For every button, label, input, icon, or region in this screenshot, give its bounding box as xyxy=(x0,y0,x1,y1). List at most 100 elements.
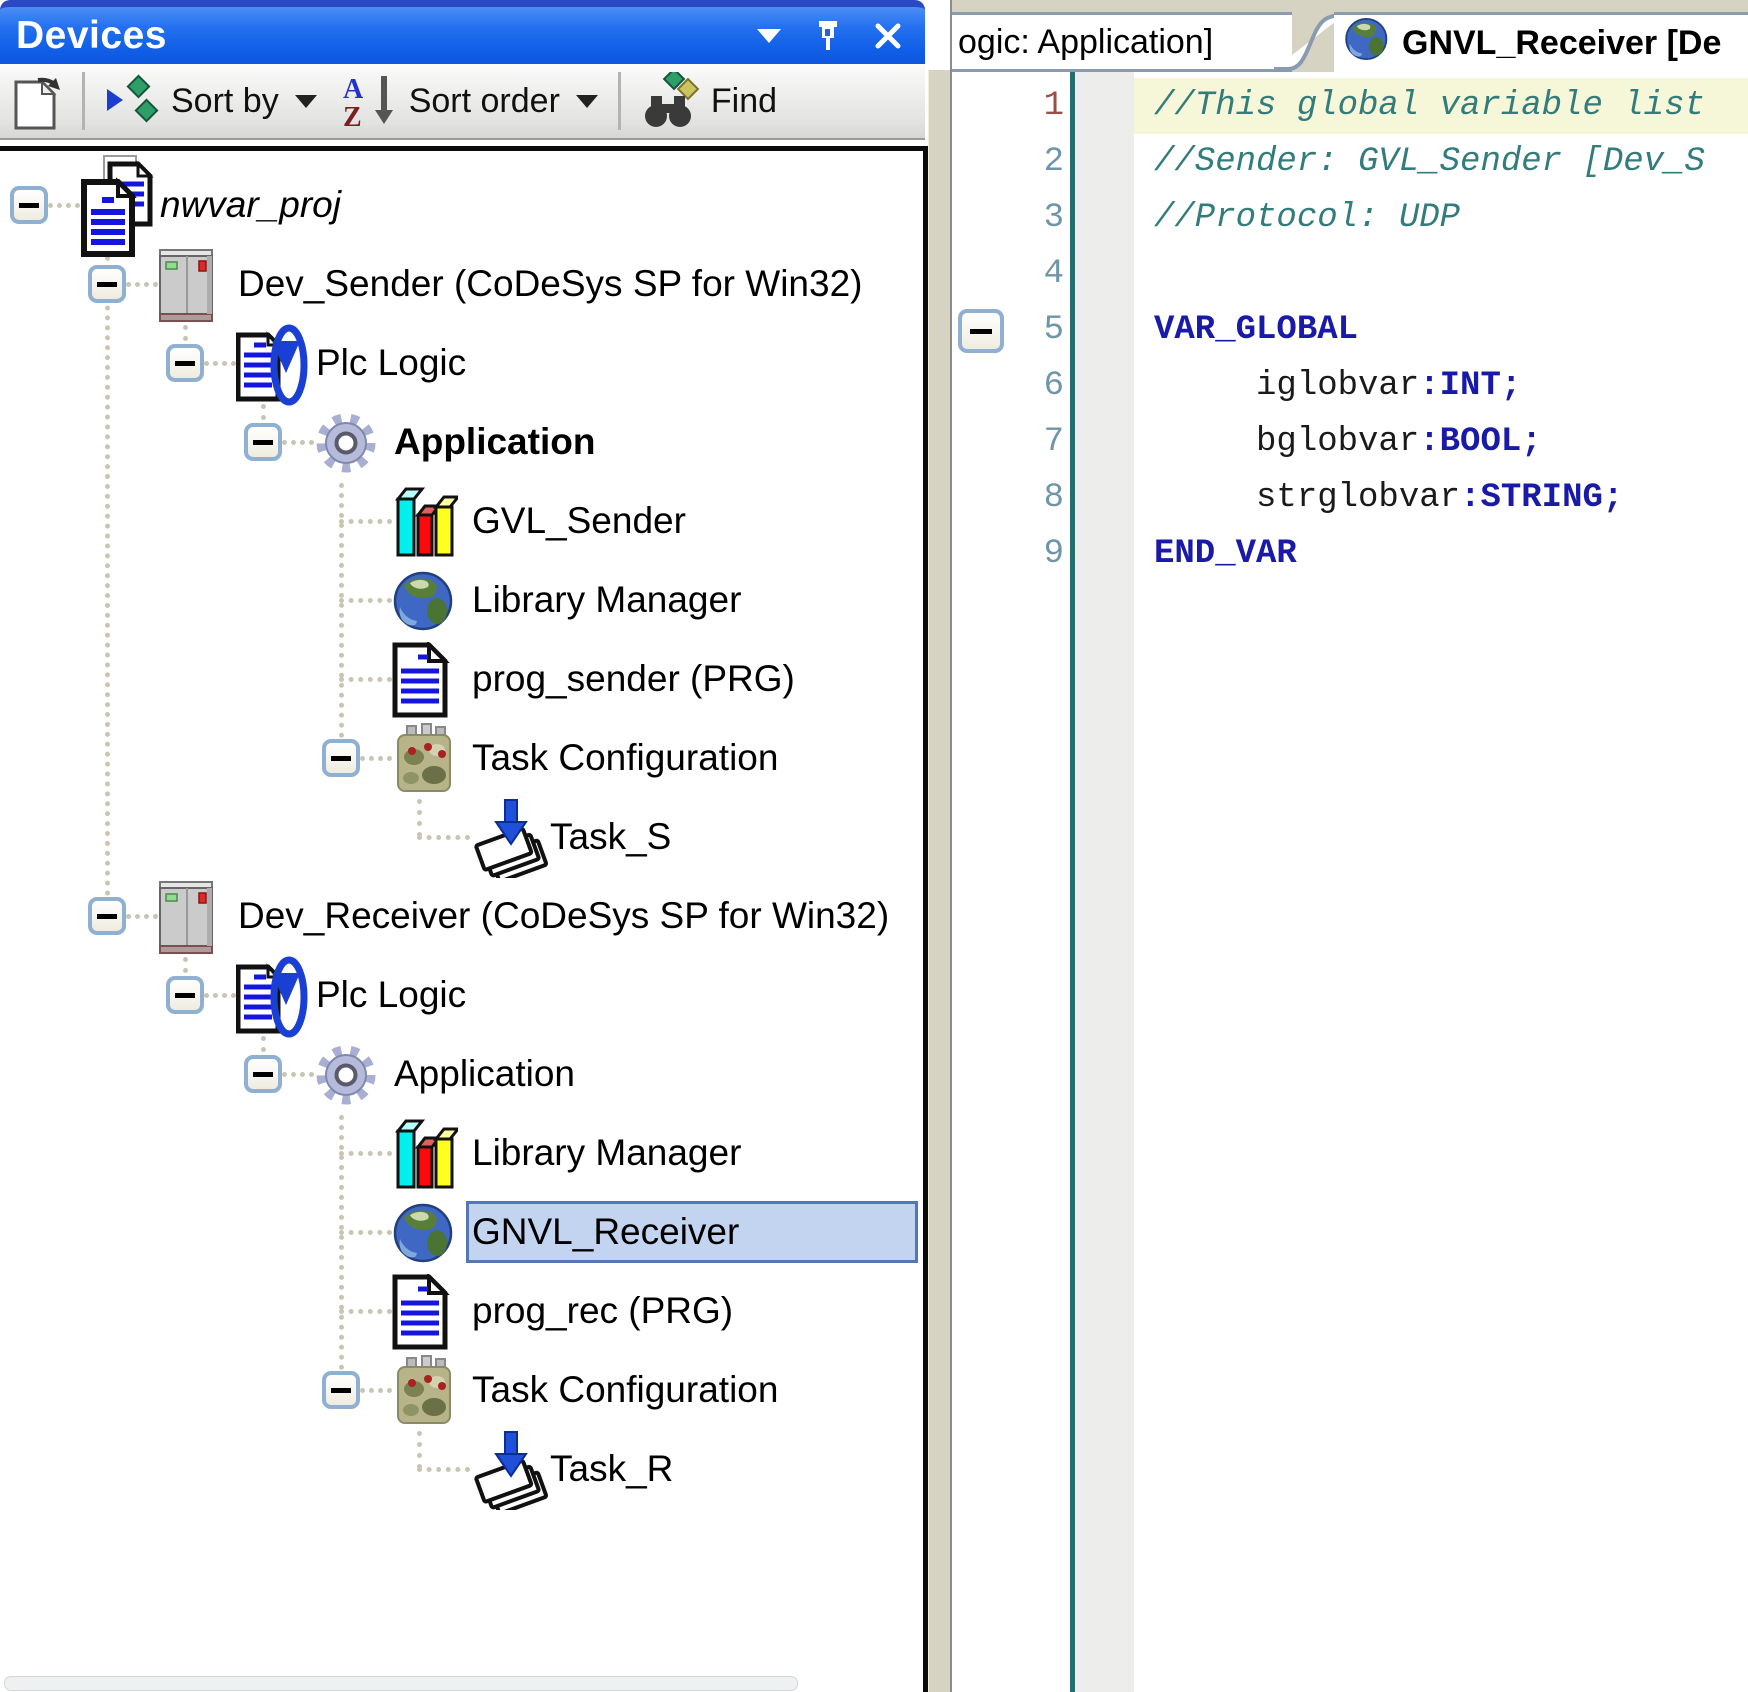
tree-item-task-configuration[interactable]: Task Configuration xyxy=(0,719,918,798)
taskcfg-icon xyxy=(392,723,456,800)
tab-plc-logic-application[interactable]: ogic: Application] xyxy=(952,12,1292,72)
tree-item-label: Dev_Sender (CoDeSys SP for Win32) xyxy=(238,254,862,314)
collapse-arrow-icon[interactable] xyxy=(757,29,781,43)
tree-connector xyxy=(126,282,158,287)
tree-item-library-manager[interactable]: Library Manager xyxy=(0,1114,918,1193)
project-icon xyxy=(80,154,156,263)
new-object-button[interactable] xyxy=(0,69,74,133)
tree-item-nwvar-proj[interactable]: nwvar_proj xyxy=(0,166,918,245)
code-line-7[interactable]: bglobvar:BOOL; xyxy=(1134,414,1748,470)
code-line-4[interactable] xyxy=(1134,246,1748,302)
editor-tab-bar: ogic: Application] GNVL_Receiver [De xyxy=(952,0,1748,72)
tree-item-plc-logic[interactable]: Plc Logic xyxy=(0,956,918,1035)
tree-item-gnvl-receiver[interactable]: GNVL_Receiver xyxy=(0,1193,918,1272)
code-token-keyword: :STRING; xyxy=(1460,479,1623,517)
globe-icon xyxy=(392,569,456,638)
tree-item-task-r[interactable]: Task_R xyxy=(0,1430,918,1509)
expander-minus[interactable] xyxy=(166,976,204,1014)
devices-panel-titlebar[interactable]: Devices xyxy=(0,0,925,64)
tree-item-label: Dev_Receiver (CoDeSys SP for Win32) xyxy=(238,886,889,946)
code-lines[interactable]: //This global variable list//Sender: GVL… xyxy=(1134,78,1748,582)
taskstack-icon xyxy=(470,798,550,883)
pin-icon[interactable] xyxy=(815,21,841,51)
tree-connector xyxy=(204,993,236,998)
tree-item-label: prog_rec (PRG) xyxy=(472,1281,733,1341)
panel-bottom-edge xyxy=(4,1676,798,1691)
tree-item-label: Plc Logic xyxy=(316,965,466,1025)
code-line-3[interactable]: //Protocol: UDP xyxy=(1134,190,1748,246)
find-button[interactable]: Find xyxy=(629,69,789,133)
tree-connector xyxy=(360,756,392,761)
code-token-keyword: :INT; xyxy=(1419,367,1521,405)
code-token-plain: iglobvar xyxy=(1154,367,1419,405)
sort-order-label: Sort order xyxy=(409,82,560,121)
expander-minus[interactable] xyxy=(88,897,126,935)
expander-minus[interactable] xyxy=(244,1055,282,1093)
sort-order-button[interactable]: A Z Sort order xyxy=(329,69,610,133)
line-number-7: 7 xyxy=(952,414,1068,470)
tree-item-label: Application xyxy=(394,412,595,472)
expander-minus[interactable] xyxy=(166,344,204,382)
sort-by-icon xyxy=(105,73,161,129)
code-line-8[interactable]: strglobvar:STRING; xyxy=(1134,470,1748,526)
tree-connector xyxy=(126,914,158,919)
tree-item-prog-rec-prg[interactable]: prog_rec (PRG) xyxy=(0,1272,918,1351)
tree-connector xyxy=(204,361,236,366)
expander-minus[interactable] xyxy=(244,423,282,461)
expander-minus[interactable] xyxy=(322,1371,360,1409)
toolbar-separator xyxy=(618,72,621,130)
tree-item-label: Task_R xyxy=(550,1439,673,1499)
tree-item-library-manager[interactable]: Library Manager xyxy=(0,561,918,640)
toolbar-separator xyxy=(82,72,85,130)
tree-item-label: Task Configuration xyxy=(472,728,778,788)
globe-icon xyxy=(1344,16,1390,71)
line-number-9: 9 xyxy=(952,526,1068,582)
code-line-2[interactable]: //Sender: GVL_Sender [Dev_S xyxy=(1134,134,1748,190)
minus-icon xyxy=(253,440,273,445)
tree-item-label: Application xyxy=(394,1044,575,1104)
expander-minus[interactable] xyxy=(88,265,126,303)
tree-item-task-s[interactable]: Task_S xyxy=(0,798,918,877)
tree-item-label: Library Manager xyxy=(472,570,741,630)
tree-connector xyxy=(339,677,392,682)
code-line-6[interactable]: iglobvar:INT; xyxy=(1134,358,1748,414)
tree-item-dev-receiver-codesys-sp-for-win32[interactable]: Dev_Receiver (CoDeSys SP for Win32) xyxy=(0,877,918,956)
code-fold-toggle[interactable] xyxy=(958,309,1004,353)
taskstack-icon xyxy=(470,1430,550,1515)
tree-item-application[interactable]: Application xyxy=(0,1035,918,1114)
device-icon xyxy=(158,246,218,329)
tab-gnvl-receiver[interactable]: GNVL_Receiver [De xyxy=(1334,12,1748,72)
code-line-1[interactable]: //This global variable list xyxy=(1134,78,1748,134)
devices-toolbar: Sort by A Z Sort order xyxy=(0,64,925,140)
devices-panel: Devices xyxy=(0,0,928,1692)
tree-item-plc-logic[interactable]: Plc Logic xyxy=(0,324,918,403)
tree-item-gvl-sender[interactable]: GVL_Sender xyxy=(0,482,918,561)
tree-connector xyxy=(339,1230,392,1235)
code-line-9[interactable]: END_VAR xyxy=(1134,526,1748,582)
tree-item-label: GNVL_Receiver xyxy=(472,1202,739,1262)
panel-divider[interactable] xyxy=(928,70,952,1692)
expander-minus[interactable] xyxy=(10,186,48,224)
tree-connector xyxy=(339,1309,392,1314)
sort-by-button[interactable]: Sort by xyxy=(93,69,329,133)
plclogic-icon xyxy=(236,953,310,1044)
expander-minus[interactable] xyxy=(322,739,360,777)
tree-item-label: GVL_Sender xyxy=(472,491,686,551)
tree-item-task-configuration[interactable]: Task Configuration xyxy=(0,1351,918,1430)
code-margin xyxy=(1075,72,1134,1692)
close-icon[interactable] xyxy=(875,23,901,49)
bars-icon xyxy=(392,485,458,564)
tree-item-application[interactable]: Application xyxy=(0,403,918,482)
chevron-down-icon xyxy=(576,95,598,108)
minus-icon xyxy=(253,1072,273,1077)
code-line-5[interactable]: VAR_GLOBAL xyxy=(1134,302,1748,358)
tree-item-prog-sender-prg[interactable]: prog_sender (PRG) xyxy=(0,640,918,719)
code-editor[interactable]: 123456789 //This global variable list//S… xyxy=(952,72,1748,1692)
minus-icon xyxy=(97,914,117,919)
code-token-keyword: END_VAR xyxy=(1154,535,1297,573)
tree-connector xyxy=(48,203,80,208)
tree-connector xyxy=(360,1388,392,1393)
line-number-8: 8 xyxy=(952,470,1068,526)
tree-item-label: Task_S xyxy=(550,807,671,867)
sort-order-icon: A Z xyxy=(341,72,399,130)
